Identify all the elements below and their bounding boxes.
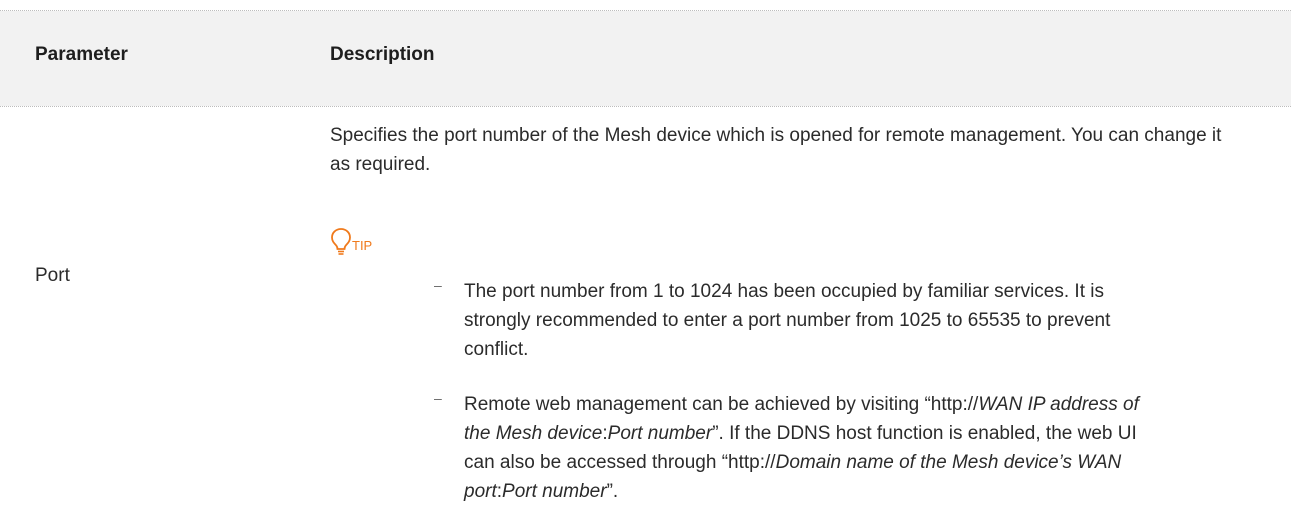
italic-placeholder: Port number	[607, 423, 713, 444]
header-bottom-border	[0, 106, 1291, 107]
bullet-text: Remote web management can be achieved by…	[464, 390, 1164, 506]
header-parameter: Parameter	[35, 44, 128, 65]
text-run: ”.	[606, 481, 619, 502]
text-run: Remote web management can be achieved by…	[464, 394, 979, 415]
bullet-text: The port number from 1 to 1024 has been …	[464, 281, 1111, 360]
tip-label: TIP	[352, 238, 373, 253]
italic-placeholder: Port number	[502, 481, 607, 502]
header-description: Description	[330, 44, 435, 65]
parameter-table: Parameter Description Port Specifies the…	[0, 0, 1291, 502]
description-intro: Specifies the port number of the Mesh de…	[330, 125, 1222, 175]
lightbulb-icon	[331, 228, 351, 255]
table-header	[0, 11, 1291, 106]
bullet-dash: –	[434, 277, 442, 293]
parameter-cell-port: Port	[35, 265, 70, 286]
bullet-dash: –	[434, 390, 442, 406]
